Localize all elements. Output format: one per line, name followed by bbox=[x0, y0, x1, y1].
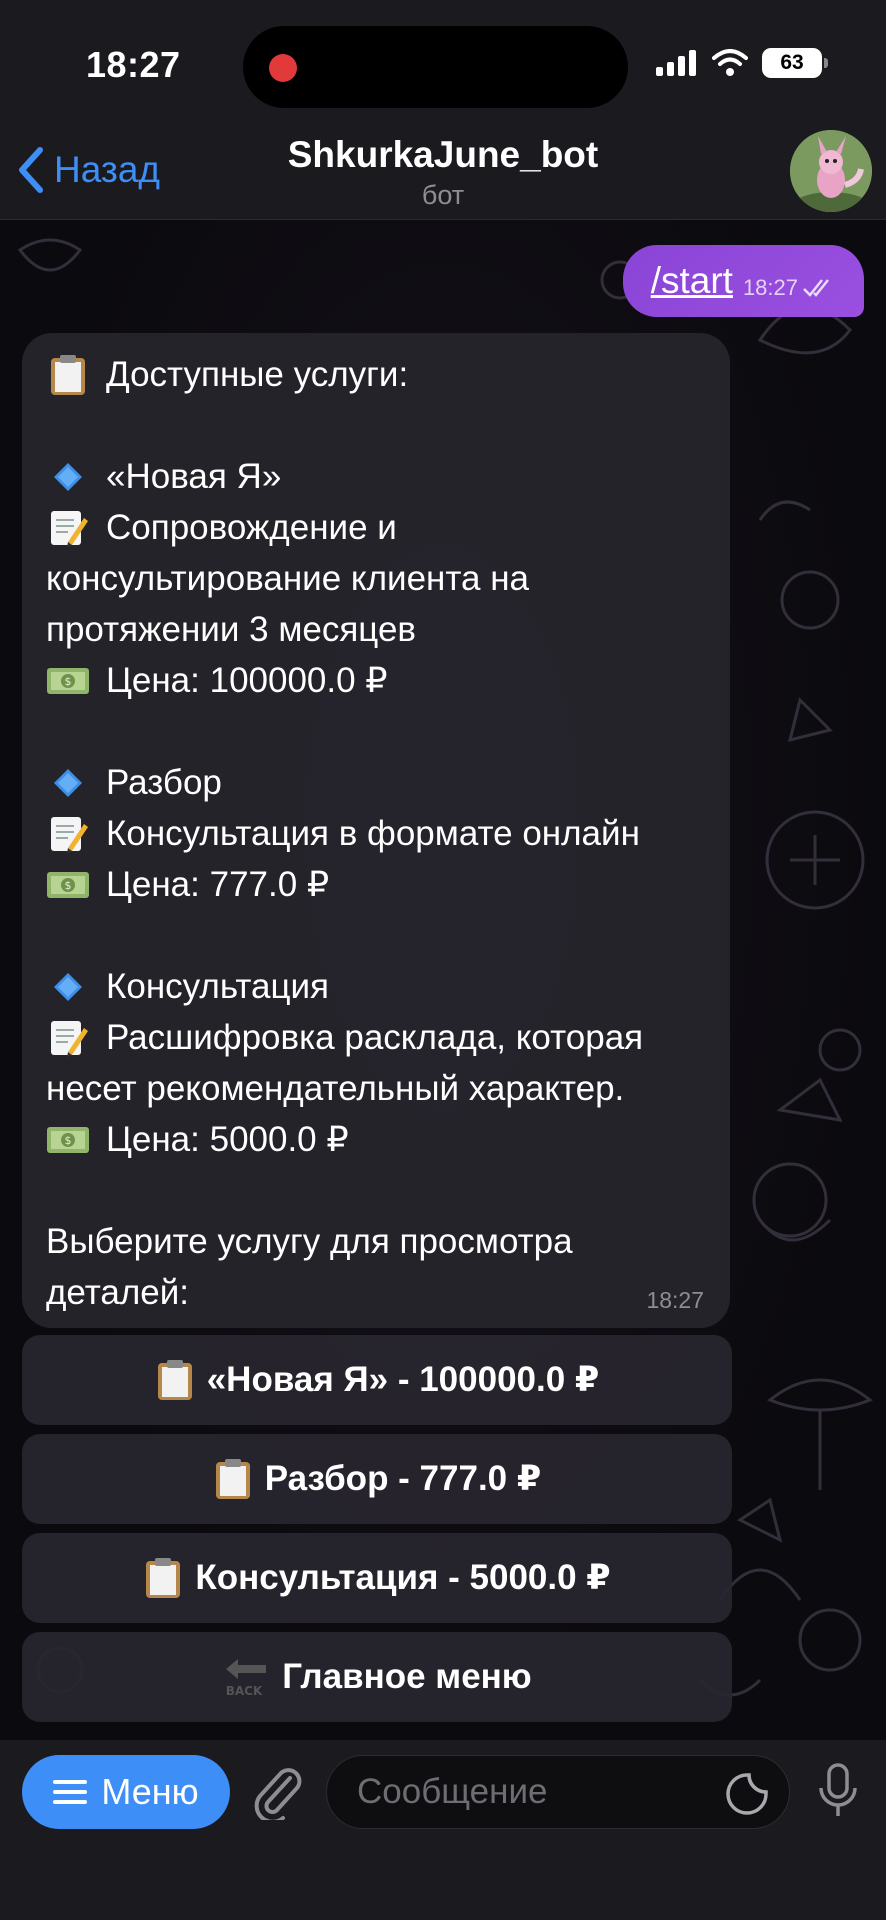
service-button-razbor[interactable]: Разбор - 777.0 ₽ bbox=[22, 1434, 732, 1524]
button-label: Консультация - 5000.0 ₽ bbox=[195, 1558, 611, 1597]
service-price-line: $ Цена: 100000.0 ₽ bbox=[46, 655, 706, 706]
avatar[interactable] bbox=[790, 130, 872, 212]
svg-text:$: $ bbox=[65, 879, 72, 892]
money-icon: $ bbox=[46, 661, 90, 701]
clipboard-icon bbox=[46, 354, 90, 395]
button-label: Главное меню bbox=[282, 1657, 532, 1696]
status-icons: 63 bbox=[656, 48, 828, 78]
menu-label: Меню bbox=[101, 1771, 199, 1812]
hamburger-icon bbox=[53, 1780, 88, 1804]
clipboard-icon bbox=[215, 1459, 250, 1499]
services-heading: Доступные услуги: bbox=[106, 355, 409, 394]
blue-diamond-icon bbox=[46, 763, 90, 803]
incoming-message[interactable]: Доступные услуги: «Новая Я» Сопровождени… bbox=[22, 333, 730, 1328]
incoming-time: 18:27 bbox=[646, 1287, 704, 1313]
service-price: Цена: 5000.0 ₽ bbox=[106, 1120, 349, 1159]
chat-header: Назад ShkurkaJune_bot бот bbox=[0, 120, 886, 220]
service-price: Цена: 777.0 ₽ bbox=[106, 865, 330, 904]
recording-indicator-icon bbox=[269, 54, 297, 82]
status-bar: 18:27 63 bbox=[0, 0, 886, 130]
button-label: Разбор - 777.0 ₽ bbox=[264, 1459, 542, 1498]
outgoing-message[interactable]: /start 18:27 bbox=[622, 245, 864, 317]
main-menu-button[interactable]: BACK Главное меню bbox=[22, 1632, 732, 1722]
status-time: 18:27 bbox=[86, 44, 181, 85]
money-icon: $ bbox=[46, 865, 90, 905]
service-price-line: $ Цена: 5000.0 ₽ bbox=[46, 1114, 706, 1165]
dynamic-island bbox=[243, 26, 628, 108]
memo-icon bbox=[46, 814, 90, 854]
attach-button[interactable] bbox=[250, 1764, 304, 1825]
bot-avatar-icon bbox=[790, 130, 872, 212]
service-desc: Расшифровка расклада, которая bbox=[106, 1018, 644, 1057]
service-desc: Консультация в формате онлайн bbox=[106, 814, 640, 853]
money-icon: $ bbox=[46, 1120, 90, 1160]
memo-icon bbox=[46, 1018, 90, 1058]
service-name: «Новая Я» bbox=[106, 457, 282, 496]
svg-text:BACK: BACK bbox=[226, 1684, 263, 1698]
wifi-icon bbox=[712, 49, 748, 76]
clipboard-icon bbox=[157, 1360, 192, 1400]
double-check-icon bbox=[803, 279, 829, 297]
footer-line: деталей: bbox=[46, 1273, 189, 1312]
battery-indicator: 63 bbox=[762, 48, 828, 78]
service-desc-line: Сопровождение и bbox=[46, 502, 706, 553]
services-heading-line: Доступные услуги: bbox=[46, 349, 706, 400]
service-desc: Сопровождение и bbox=[106, 508, 397, 547]
outgoing-command-link[interactable]: /start bbox=[651, 260, 733, 302]
back-arrow-icon: BACK bbox=[226, 1659, 267, 1698]
blue-diamond-icon bbox=[46, 967, 90, 1007]
microphone-icon bbox=[819, 1763, 857, 1816]
footer-line: Выберите услугу для просмотра bbox=[46, 1222, 573, 1261]
button-label: «Новая Я» - 100000.0 ₽ bbox=[206, 1360, 600, 1399]
outgoing-meta: 18:27 bbox=[743, 275, 836, 301]
sticker-button[interactable] bbox=[725, 1772, 769, 1825]
service-price-line: $ Цена: 777.0 ₽ bbox=[46, 859, 706, 910]
service-name: Разбор bbox=[106, 763, 222, 802]
signal-icon bbox=[656, 50, 696, 76]
service-desc-line: протяжении 3 месяцев bbox=[46, 610, 417, 649]
message-input[interactable]: Сообщение bbox=[326, 1755, 790, 1829]
service-price: Цена: 100000.0 ₽ bbox=[106, 661, 388, 700]
input-placeholder: Сообщение bbox=[357, 1772, 548, 1811]
chat-title[interactable]: ShkurkaJune_bot bbox=[0, 134, 886, 176]
svg-text:$: $ bbox=[65, 1134, 72, 1147]
service-name-line: «Новая Я» bbox=[46, 451, 706, 502]
svg-text:$: $ bbox=[65, 675, 72, 688]
blue-diamond-icon bbox=[46, 457, 90, 497]
service-desc-line: несет рекомендательный характер. bbox=[46, 1069, 625, 1108]
service-desc-line: Расшифровка расклада, которая bbox=[46, 1012, 706, 1063]
service-name-line: Консультация bbox=[46, 961, 706, 1012]
clipboard-icon bbox=[146, 1558, 181, 1598]
service-desc-line: Консультация в формате онлайн bbox=[46, 808, 706, 859]
service-button-konsultatsiya[interactable]: Консультация - 5000.0 ₽ bbox=[22, 1533, 732, 1623]
outgoing-time: 18:27 bbox=[742, 275, 798, 300]
service-button-novaya-ya[interactable]: «Новая Я» - 100000.0 ₽ bbox=[22, 1335, 732, 1425]
sticker-icon bbox=[726, 1773, 768, 1815]
chat-subtitle: бот bbox=[421, 180, 465, 210]
voice-record-button[interactable] bbox=[816, 1762, 860, 1827]
memo-icon bbox=[46, 508, 90, 548]
service-desc-line: консультирование клиента на bbox=[46, 559, 529, 598]
service-name-line: Разбор bbox=[46, 757, 706, 808]
paperclip-icon bbox=[254, 1768, 302, 1824]
service-name: Консультация bbox=[106, 967, 329, 1006]
input-bar: Меню Сообщение bbox=[0, 1740, 886, 1920]
bot-menu-button[interactable]: Меню bbox=[22, 1755, 230, 1829]
